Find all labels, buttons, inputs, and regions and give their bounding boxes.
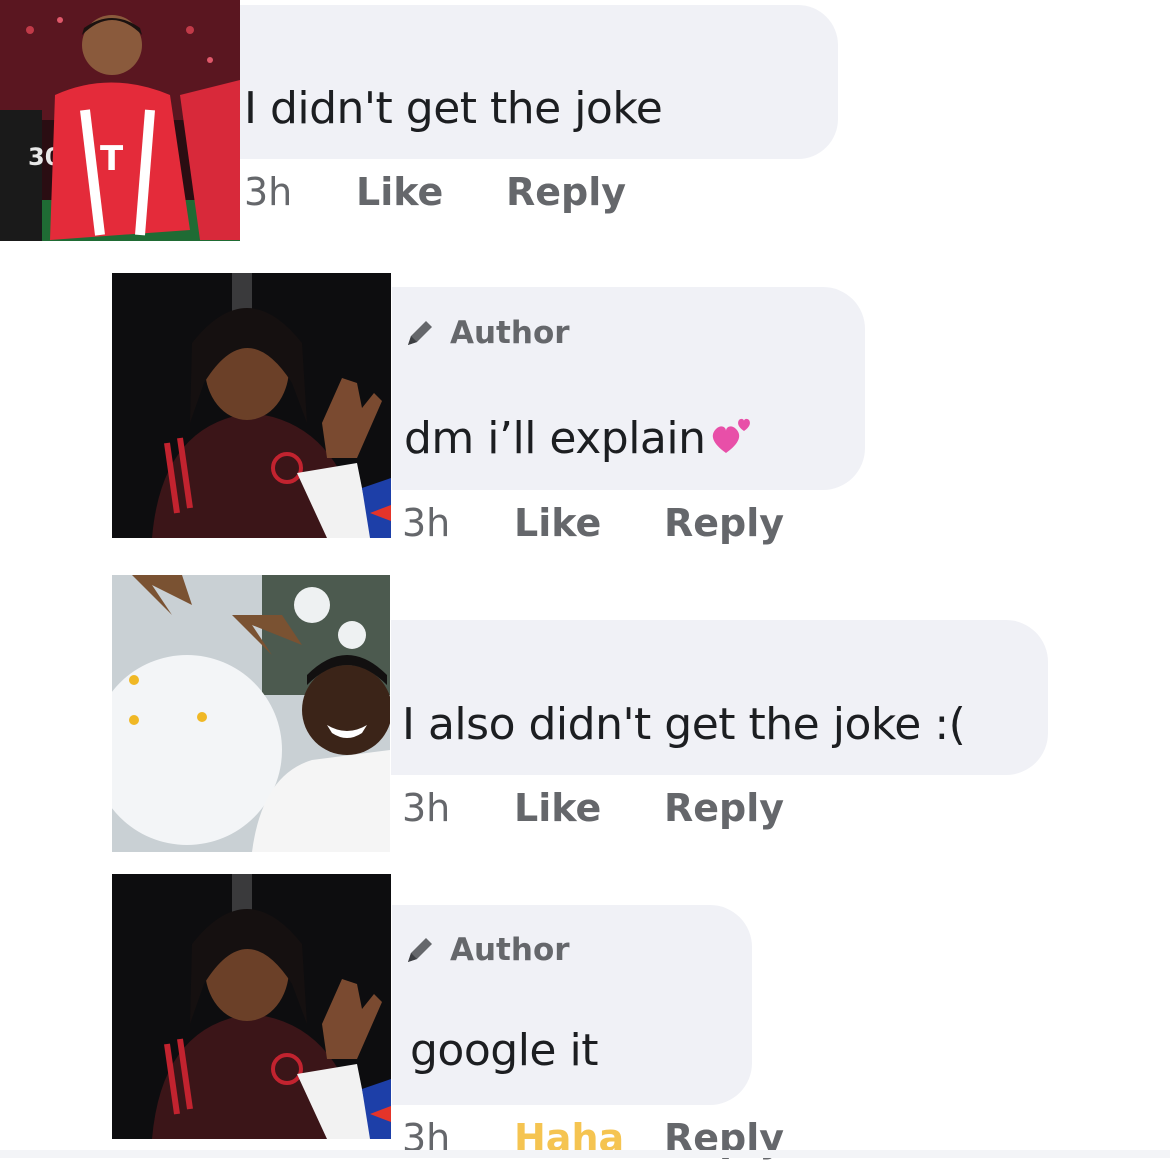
comment-text: I didn't get the joke: [244, 83, 663, 134]
reply-button[interactable]: Reply: [664, 501, 784, 545]
reply-button[interactable]: Reply: [506, 170, 626, 214]
avatar-player-dark-tracksuit[interactable]: [112, 273, 391, 538]
author-label: Author: [450, 932, 570, 968]
author-badge: Author: [402, 932, 570, 968]
comment-bubble: [240, 5, 838, 159]
timestamp: 3h: [402, 501, 451, 545]
like-button[interactable]: Like: [356, 170, 506, 214]
comment-text: google it: [410, 1025, 598, 1076]
comment-actions: 3h Like Reply: [244, 170, 626, 214]
like-button[interactable]: Like: [514, 501, 664, 545]
svg-text:T: T: [100, 139, 124, 179]
timestamp: 3h: [244, 170, 293, 214]
comment-text-content: dm i’ll explain: [404, 413, 706, 464]
author-badge: Author: [402, 315, 570, 351]
two-hearts-icon: [708, 415, 754, 467]
author-label: Author: [450, 315, 570, 351]
avatar-player-dark-tracksuit[interactable]: [112, 874, 391, 1139]
bottom-edge: [0, 1150, 1170, 1158]
comment-text: I also didn't get the joke :(: [402, 699, 966, 750]
avatar-player-snowman[interactable]: [112, 575, 390, 852]
like-button[interactable]: Like: [514, 786, 664, 830]
comment-text: dm i’ll explain: [404, 413, 754, 467]
reply-button[interactable]: Reply: [664, 786, 784, 830]
comment-actions: 3h Like Reply: [402, 501, 784, 545]
avatar-player-red-kit[interactable]: 30 T: [0, 0, 240, 241]
comment-bubble: [391, 620, 1048, 775]
timestamp: 3h: [402, 786, 451, 830]
pencil-icon: [402, 932, 438, 968]
comment-actions: 3h Like Reply: [402, 786, 784, 830]
pencil-icon: [402, 315, 438, 351]
